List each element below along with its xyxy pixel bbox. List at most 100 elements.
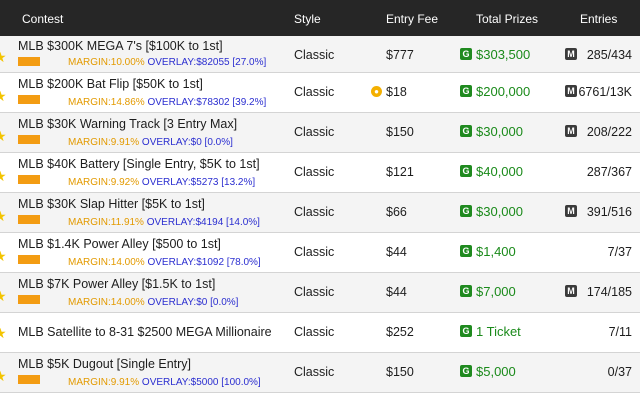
- margin-bar: [18, 295, 40, 304]
- favorite-star-icon[interactable]: ★: [0, 369, 8, 383]
- entry-fee: $18: [386, 85, 407, 99]
- total-prize: $30,000: [476, 124, 523, 139]
- entries-count: 0/37: [607, 365, 632, 379]
- contest-style: Classic: [294, 325, 335, 339]
- entries-count: 6761/13K: [578, 85, 632, 99]
- header-entry-fee[interactable]: Entry Fee: [386, 12, 438, 26]
- contest-overlay: OVERLAY:$1092 [78.0%]: [147, 257, 261, 268]
- guaranteed-badge-icon: G: [460, 125, 472, 137]
- favorite-star-icon[interactable]: ★: [0, 169, 8, 183]
- margin-bar: [18, 375, 40, 384]
- entry-fee: $66: [386, 205, 407, 219]
- entry-fee: $44: [386, 245, 407, 259]
- favorite-star-icon[interactable]: ★: [0, 209, 8, 223]
- table-row[interactable]: ★ MLB $200K Bat Flip [$50K to 1st] MARGI…: [0, 73, 640, 113]
- header-entries[interactable]: Entries: [580, 12, 617, 26]
- guaranteed-badge-icon: G: [460, 165, 472, 177]
- contest-name[interactable]: MLB $5K Dugout [Single Entry]: [18, 357, 191, 371]
- entry-fee: $150: [386, 365, 414, 379]
- total-prize: $200,000: [476, 84, 531, 99]
- contest-table: Contest Style Entry Fee Total Prizes Ent…: [0, 0, 640, 393]
- table-row[interactable]: ★ MLB Satellite to 8-31 $2500 MEGA Milli…: [0, 313, 640, 353]
- contest-style: Classic: [294, 48, 335, 62]
- entries-count: 7/11: [608, 325, 632, 339]
- contest-overlay: OVERLAY:$78302 [39.2%]: [147, 97, 267, 108]
- favorite-star-icon[interactable]: ★: [0, 89, 8, 103]
- entry-fee: $150: [386, 125, 414, 139]
- guaranteed-badge-icon: G: [460, 285, 472, 297]
- table-row[interactable]: ★ MLB $30K Slap Hitter [$5K to 1st] MARG…: [0, 193, 640, 233]
- contest-name[interactable]: MLB $30K Slap Hitter [$5K to 1st]: [18, 197, 205, 211]
- contest-style: Classic: [294, 125, 335, 139]
- contest-overlay: OVERLAY:$0 [0.0%]: [147, 297, 239, 308]
- header-total-prizes[interactable]: Total Prizes: [476, 12, 538, 26]
- contest-style: Classic: [294, 245, 335, 259]
- header-style[interactable]: Style: [294, 12, 321, 26]
- favorite-star-icon[interactable]: ★: [0, 249, 8, 263]
- total-prize: $5,000: [476, 364, 516, 379]
- favorite-star-icon[interactable]: ★: [0, 289, 8, 303]
- entry-fee: $777: [386, 48, 414, 62]
- entry-fee: $44: [386, 285, 407, 299]
- table-row[interactable]: ★ MLB $40K Battery [Single Entry, $5K to…: [0, 153, 640, 193]
- contest-margin: MARGIN:9.91% OVERLAY:$5000 [100.0%]: [68, 377, 261, 388]
- total-prize: $7,000: [476, 284, 516, 299]
- favorite-star-icon[interactable]: ★: [0, 50, 8, 64]
- contest-overlay: OVERLAY:$5000 [100.0%]: [141, 377, 261, 388]
- table-header: Contest Style Entry Fee Total Prizes Ent…: [0, 0, 640, 36]
- entries-count: 7/37: [607, 245, 632, 259]
- contest-margin: MARGIN:9.92% OVERLAY:$5273 [13.2%]: [68, 177, 256, 188]
- total-prize: 1 Ticket: [476, 324, 521, 339]
- contest-margin: MARGIN:14.00% OVERLAY:$0 [0.0%]: [68, 297, 239, 308]
- table-row[interactable]: ★ MLB $5K Dugout [Single Entry] MARGIN:9…: [0, 353, 640, 393]
- table-row[interactable]: ★ MLB $30K Warning Track [3 Entry Max] M…: [0, 113, 640, 153]
- contest-style: Classic: [294, 205, 335, 219]
- header-contest[interactable]: Contest: [22, 12, 63, 26]
- contest-margin: MARGIN:10.00% OVERLAY:$82055 [27.0%]: [68, 57, 267, 68]
- margin-bar: [18, 175, 40, 184]
- total-prize: $40,000: [476, 164, 523, 179]
- entries-count: 287/367: [586, 165, 632, 179]
- entry-fee: $252: [386, 325, 414, 339]
- guaranteed-badge-icon: G: [460, 245, 472, 257]
- contest-overlay: OVERLAY:$4194 [14.0%]: [146, 217, 260, 228]
- multi-entry-badge-icon: M: [565, 85, 577, 97]
- favorite-star-icon[interactable]: ★: [0, 129, 8, 143]
- entries-count: 391/516: [586, 205, 632, 219]
- margin-bar: [18, 135, 40, 144]
- guaranteed-badge-icon: G: [460, 85, 472, 97]
- guaranteed-badge-icon: G: [460, 48, 472, 60]
- contest-style: Classic: [294, 285, 335, 299]
- margin-bar: [18, 57, 40, 66]
- contest-margin: MARGIN:14.00% OVERLAY:$1092 [78.0%]: [68, 257, 261, 268]
- multi-entry-badge-icon: M: [565, 285, 577, 297]
- contest-overlay: OVERLAY:$0 [0.0%]: [141, 137, 233, 148]
- contest-name[interactable]: MLB $40K Battery [Single Entry, $5K to 1…: [18, 157, 260, 171]
- table-row[interactable]: ★ MLB $1.4K Power Alley [$500 to 1st] MA…: [0, 233, 640, 273]
- multi-entry-badge-icon: M: [565, 205, 577, 217]
- contest-name[interactable]: MLB $7K Power Alley [$1.5K to 1st]: [18, 277, 215, 291]
- multi-entry-badge-icon: M: [565, 48, 577, 60]
- total-prize: $303,500: [476, 47, 531, 62]
- margin-bar: [18, 95, 40, 104]
- contest-overlay: OVERLAY:$82055 [27.0%]: [147, 57, 267, 68]
- guaranteed-badge-icon: G: [460, 365, 472, 377]
- total-prize: $1,400: [476, 244, 516, 259]
- favorite-star-icon[interactable]: ★: [0, 326, 8, 340]
- contest-margin: MARGIN:9.91% OVERLAY:$0 [0.0%]: [68, 137, 233, 148]
- contest-name[interactable]: MLB $1.4K Power Alley [$500 to 1st]: [18, 237, 221, 251]
- coin-icon: ●: [371, 86, 382, 97]
- margin-bar: [18, 215, 40, 224]
- entries-count: 208/222: [586, 125, 632, 139]
- entries-count: 174/185: [586, 285, 632, 299]
- contest-style: Classic: [294, 365, 335, 379]
- guaranteed-badge-icon: G: [460, 325, 472, 337]
- contest-name[interactable]: MLB $200K Bat Flip [$50K to 1st]: [18, 77, 203, 91]
- table-row[interactable]: ★ MLB $300K MEGA 7's [$100K to 1st] MARG…: [0, 36, 640, 73]
- contest-name[interactable]: MLB Satellite to 8-31 $2500 MEGA Million…: [18, 325, 272, 339]
- contest-style: Classic: [294, 165, 335, 179]
- table-row[interactable]: ★ MLB $7K Power Alley [$1.5K to 1st] MAR…: [0, 273, 640, 313]
- contest-name[interactable]: MLB $30K Warning Track [3 Entry Max]: [18, 117, 237, 131]
- contest-margin: MARGIN:11.91% OVERLAY:$4194 [14.0%]: [68, 217, 260, 228]
- contest-name[interactable]: MLB $300K MEGA 7's [$100K to 1st]: [18, 39, 223, 53]
